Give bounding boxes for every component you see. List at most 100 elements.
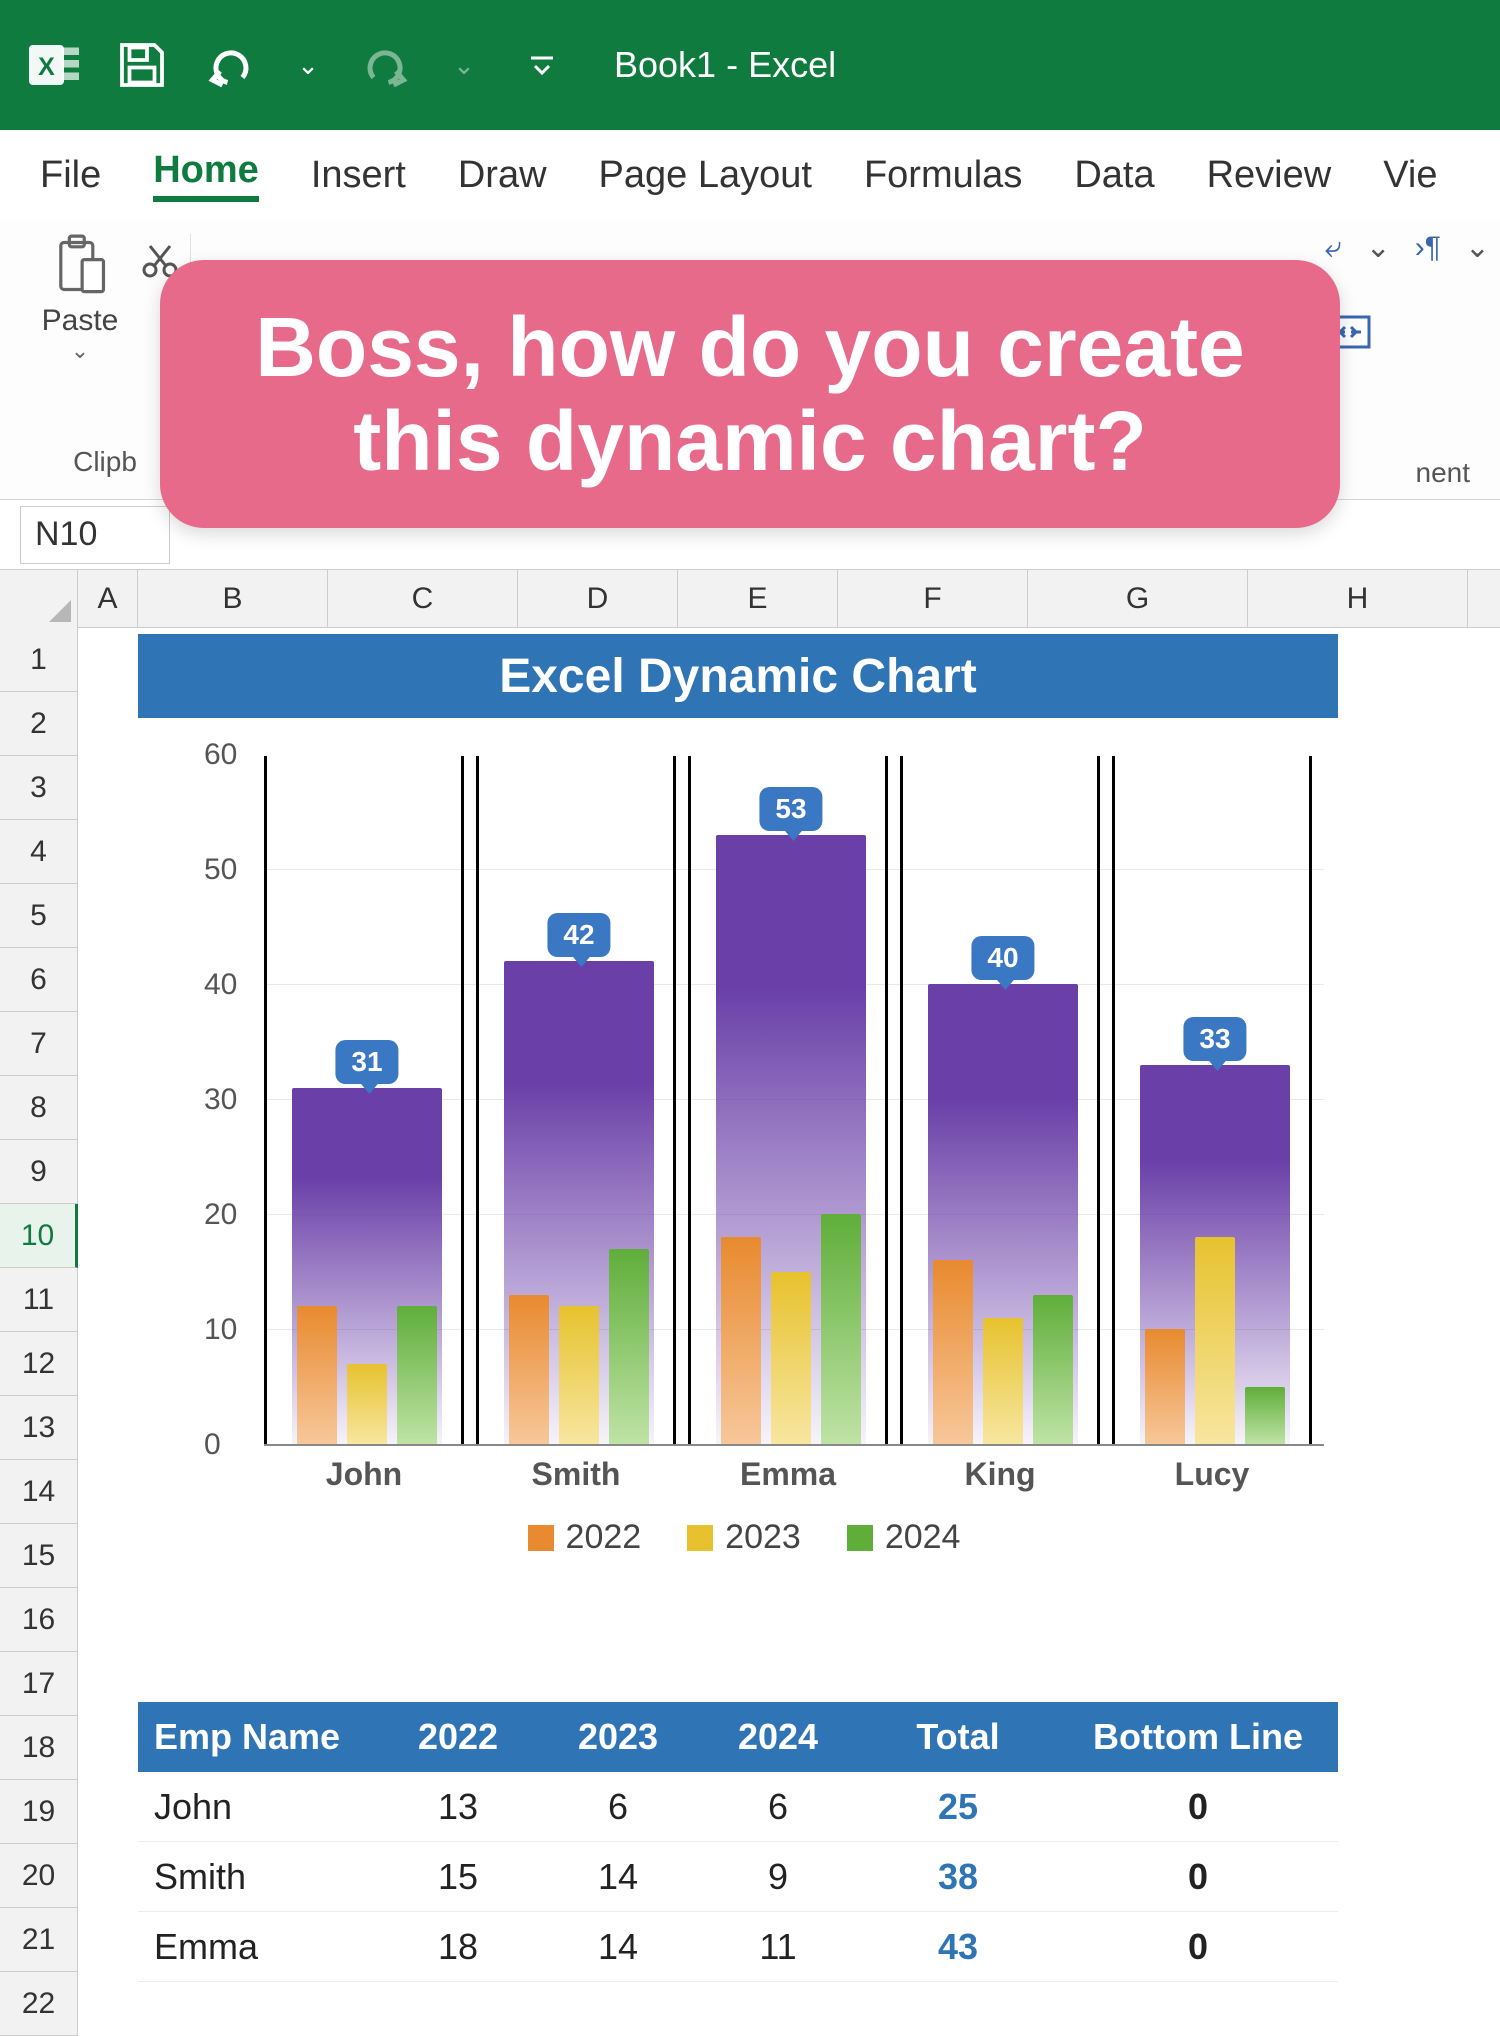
row-header[interactable]: 18 [0, 1716, 78, 1780]
col-header[interactable]: G [1028, 570, 1248, 628]
name-box[interactable]: N10 [20, 506, 170, 564]
category-group: 40 [900, 756, 1100, 1444]
tab-draw[interactable]: Draw [458, 154, 547, 197]
tab-view-truncated[interactable]: Vie [1383, 154, 1437, 197]
col-header[interactable]: B [138, 570, 328, 628]
title-bar: X ⌄ ⌄ Book1 - Excel [0, 0, 1500, 130]
col-header[interactable]: C [328, 570, 518, 628]
year-bar [397, 1306, 437, 1444]
legend-swatch-2023 [687, 1525, 713, 1551]
cell-2022: 15 [378, 1842, 538, 1911]
legend-item: 2023 [687, 1518, 801, 1557]
row-header[interactable]: 21 [0, 1908, 78, 1972]
legend-swatch-2022 [528, 1525, 554, 1551]
year-bar [509, 1295, 549, 1445]
table-header: 2023 [538, 1702, 698, 1772]
wrap-text-icon[interactable]: ⤶ [1325, 231, 1342, 265]
table-header: 2024 [698, 1702, 858, 1772]
legend-swatch-2024 [847, 1525, 873, 1551]
row-header[interactable]: 10 [0, 1204, 78, 1268]
row-header[interactable]: 14 [0, 1460, 78, 1524]
paste-button[interactable]: Paste ⌄ [30, 234, 130, 364]
row-header[interactable]: 7 [0, 1012, 78, 1076]
row-header[interactable]: 17 [0, 1652, 78, 1716]
row-header[interactable]: 6 [0, 948, 78, 1012]
tab-review[interactable]: Review [1207, 154, 1332, 197]
svg-text:X: X [38, 53, 55, 81]
table-row[interactable]: John1366250 [138, 1772, 1338, 1842]
year-bars [509, 1249, 649, 1445]
cell-emp-name: Smith [138, 1842, 378, 1911]
data-callout: 31 [335, 1040, 398, 1084]
col-header[interactable]: F [838, 570, 1028, 628]
row-header[interactable]: 2 [0, 692, 78, 756]
cell-bottom-line: 0 [1058, 1842, 1338, 1911]
cell-2024: 11 [698, 1912, 858, 1981]
col-header[interactable]: E [678, 570, 838, 628]
legend-label: 2024 [885, 1518, 961, 1557]
year-bar [1195, 1237, 1235, 1444]
year-bar [347, 1364, 387, 1445]
col-header[interactable]: D [518, 570, 678, 628]
row-header[interactable]: 19 [0, 1780, 78, 1844]
legend-item: 2022 [528, 1518, 642, 1557]
year-bar [721, 1237, 761, 1444]
row-header[interactable]: 4 [0, 820, 78, 884]
row-header[interactable]: 11 [0, 1268, 78, 1332]
year-bar [1033, 1295, 1073, 1445]
x-axis-labels: JohnSmithEmmaKingLucy [264, 1456, 1324, 1493]
x-axis-label: Emma [688, 1456, 888, 1493]
row-header[interactable]: 3 [0, 756, 78, 820]
undo-icon[interactable] [200, 35, 260, 95]
col-header[interactable]: A [78, 570, 138, 628]
cell-2023: 14 [538, 1842, 698, 1911]
undo-dropdown-icon[interactable]: ⌄ [288, 45, 328, 85]
chevron-down-icon[interactable]: ⌄ [1366, 230, 1391, 265]
clipboard-group-label: Clipb [73, 446, 137, 484]
year-bar [609, 1249, 649, 1445]
cell-total: 43 [858, 1912, 1058, 1981]
row-header[interactable]: 15 [0, 1524, 78, 1588]
row-header[interactable]: 12 [0, 1332, 78, 1396]
row-header[interactable]: 13 [0, 1396, 78, 1460]
tab-data[interactable]: Data [1074, 154, 1154, 197]
row-header[interactable]: 5 [0, 884, 78, 948]
col-header[interactable]: H [1248, 570, 1468, 628]
row-header[interactable]: 9 [0, 1140, 78, 1204]
table-header: Emp Name [138, 1702, 378, 1772]
category-group: 42 [476, 756, 676, 1444]
sheet-canvas[interactable]: Excel Dynamic Chart 0102030405060 314253… [78, 628, 1500, 2036]
x-axis-label: Lucy [1112, 1456, 1312, 1493]
chevron-down-icon[interactable]: ⌄ [1465, 230, 1490, 265]
tab-page-layout[interactable]: Page Layout [599, 154, 812, 197]
redo-dropdown-icon: ⌄ [444, 45, 484, 85]
row-header[interactable]: 22 [0, 1972, 78, 2036]
row-header[interactable]: 20 [0, 1844, 78, 1908]
select-all-button[interactable] [0, 570, 78, 628]
cell-emp-name: John [138, 1772, 378, 1841]
save-icon[interactable] [112, 35, 172, 95]
table-row[interactable]: Emma181411430 [138, 1912, 1338, 1982]
tab-home[interactable]: Home [153, 149, 259, 202]
tab-insert[interactable]: Insert [311, 154, 406, 197]
table-header: 2022 [378, 1702, 538, 1772]
qat-customize-icon[interactable] [522, 45, 562, 85]
excel-app-icon: X [24, 35, 84, 95]
chevron-down-icon[interactable]: ⌄ [71, 338, 89, 364]
year-bar [983, 1318, 1023, 1445]
data-table: Emp Name 2022 2023 2024 Total Bottom Lin… [138, 1702, 1338, 1982]
worksheet-grid: 12345678910111213141516171819202122 Exce… [0, 628, 1500, 2036]
year-bars [1145, 1237, 1285, 1444]
table-row[interactable]: Smith15149380 [138, 1842, 1338, 1912]
year-bars [297, 1306, 437, 1444]
row-header[interactable]: 1 [0, 628, 78, 692]
cell-bottom-line: 0 [1058, 1912, 1338, 1981]
cell-emp-name: Emma [138, 1912, 378, 1981]
rtl-icon[interactable]: ›¶ [1415, 231, 1441, 265]
data-callout: 33 [1183, 1017, 1246, 1061]
row-header[interactable]: 8 [0, 1076, 78, 1140]
table-header: Total [858, 1702, 1058, 1772]
row-header[interactable]: 16 [0, 1588, 78, 1652]
tab-file[interactable]: File [40, 154, 101, 197]
tab-formulas[interactable]: Formulas [864, 154, 1022, 197]
